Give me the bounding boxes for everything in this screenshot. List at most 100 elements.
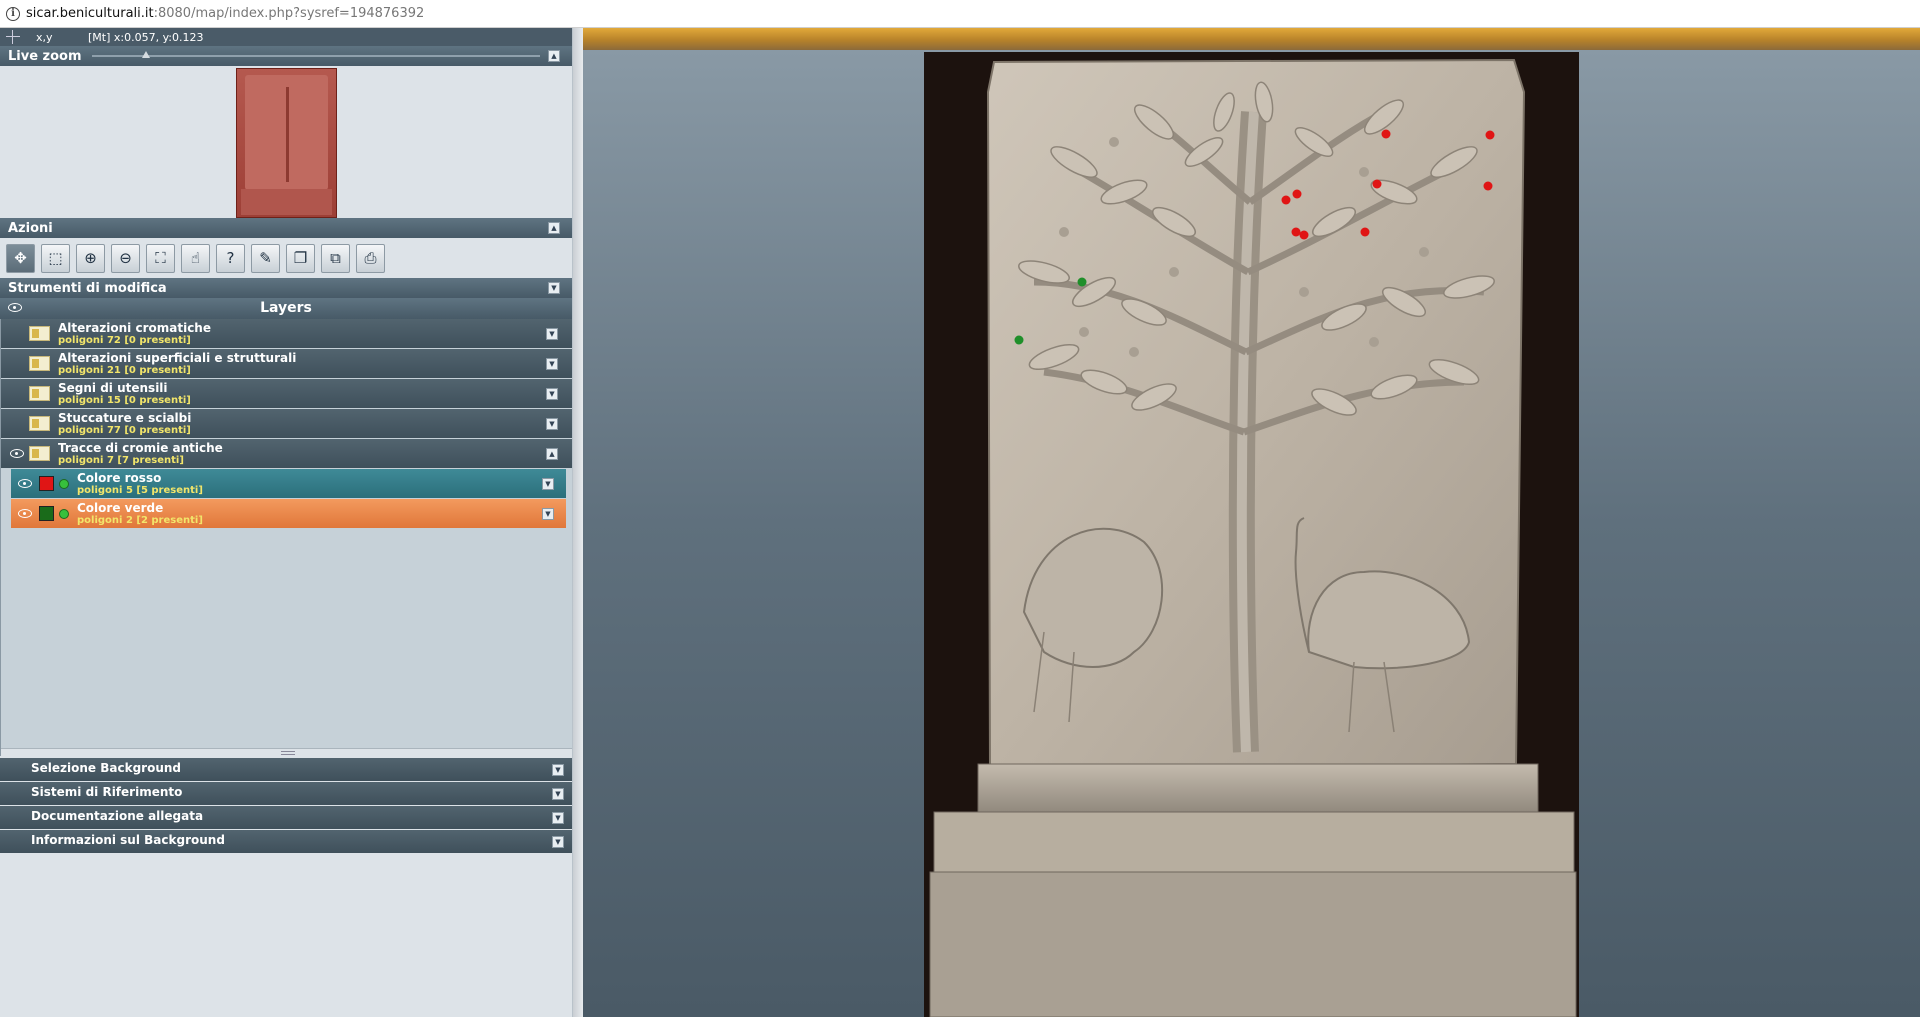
sublayer-name: Colore verde (77, 501, 164, 515)
draw-pencil-button[interactable]: ✎ (251, 243, 280, 273)
panel-edge (573, 28, 583, 1017)
coordinate-label: x,y (36, 30, 53, 44)
full-extent-button[interactable]: ⛶ (146, 243, 175, 273)
livezoom-panel (0, 66, 572, 218)
sublayer-row[interactable]: Colore rosso poligoni 5 [5 presenti] ▼ (11, 469, 566, 498)
layer-count: poligoni 15 [0 presenti] (58, 395, 191, 406)
accordion-label: Sistemi di Riferimento (31, 785, 183, 799)
layer-expand-button[interactable]: ▼ (546, 328, 558, 340)
layer-row[interactable]: Alterazioni superficiali e strutturali po… (1, 349, 572, 378)
collapse-actions-button[interactable]: ▲ (548, 222, 560, 234)
export-icon: ⧉ (330, 249, 341, 267)
zoom-slider-handle[interactable] (142, 51, 150, 58)
layer-list: Alterazioni cromatiche poligoni 72 [0 pre… (0, 319, 572, 756)
sublayer-count: poligoni 2 [2 presenti] (77, 515, 203, 526)
livezoom-title: Live zoom (8, 48, 82, 64)
overview-thumbnail[interactable] (236, 68, 337, 218)
edit-tools-title: Strumenti di modifica (8, 280, 167, 296)
layers-copy-icon: ❐ (293, 249, 308, 267)
pan-button[interactable]: ✥ (6, 243, 35, 273)
layers-title: Layers (260, 300, 312, 316)
actions-title: Azioni (8, 220, 53, 236)
color-swatch (39, 476, 54, 491)
relief-photo-drawing (924, 52, 1579, 1017)
layers-copy-button[interactable]: ❐ (286, 243, 315, 273)
accordion-label: Informazioni sul Background (31, 833, 225, 847)
pan-icon: ✥ (14, 249, 27, 267)
accordion-label: Documentazione allegata (31, 809, 204, 823)
layer-row[interactable]: Segni di utensili poligoni 15 [0 presenti… (1, 379, 572, 408)
accordion-item[interactable]: Sistemi di Riferimento ▼ (0, 782, 572, 805)
collapse-livezoom-button[interactable]: ▲ (548, 50, 560, 62)
status-dot-icon (59, 509, 69, 519)
print-button[interactable]: ⎙ (356, 243, 385, 273)
layer-count: poligoni 21 [0 presenti] (58, 365, 191, 376)
map-top-bar (583, 28, 1920, 50)
panel-splitter[interactable] (1, 748, 572, 756)
zoom-out-button[interactable]: ⊖ (111, 243, 140, 273)
zoom-out-icon: ⊖ (119, 249, 132, 267)
map-viewport[interactable] (583, 28, 1920, 1017)
livezoom-header: Live zoom ▲ (0, 46, 572, 66)
layer-name: Alterazioni superficiali e strutturali (58, 351, 297, 365)
eye-icon[interactable] (8, 303, 22, 312)
relief-image[interactable] (924, 52, 1579, 1017)
expand-button[interactable]: ▼ (552, 764, 564, 776)
eye-icon[interactable] (18, 509, 32, 518)
accordion-item[interactable]: Documentazione allegata ▼ (0, 806, 572, 829)
left-panel: x,y [Mt] x:0.057, y:0.123 Live zoom ▲ Az… (0, 28, 573, 1017)
full-extent-icon: ⛶ (155, 249, 166, 267)
layer-expand-button[interactable]: ▼ (546, 418, 558, 430)
box-select-icon: ⬚ (48, 249, 63, 267)
layer-name: Tracce di cromie antiche (58, 441, 223, 455)
layer-expand-button[interactable]: ▲ (546, 448, 558, 460)
sublayer-row[interactable]: Colore verde poligoni 2 [2 presenti] ▼ (11, 499, 566, 528)
accordion-item[interactable]: Selezione Background ▼ (0, 758, 572, 781)
draw-pencil-icon: ✎ (259, 249, 272, 267)
print-icon: ⎙ (364, 249, 377, 267)
accordion-label: Selezione Background (31, 761, 181, 775)
layer-icon (29, 356, 50, 371)
layer-row[interactable]: Alterazioni cromatiche poligoni 72 [0 pre… (1, 319, 572, 348)
expand-edit-tools-button[interactable]: ▼ (548, 282, 560, 294)
help-icon: ? (226, 249, 235, 267)
layer-name: Segni di utensili (58, 381, 168, 395)
coordinate-bar: x,y [Mt] x:0.057, y:0.123 (0, 28, 572, 46)
layer-icon (29, 446, 50, 461)
layer-icon (29, 386, 50, 401)
identify-button[interactable]: ☝ (181, 243, 210, 273)
accordion-panels: Selezione Background ▼ Sistemi di Riferime… (0, 758, 572, 853)
layer-expand-button[interactable]: ▼ (546, 388, 558, 400)
eye-icon[interactable] (10, 449, 24, 458)
expand-button[interactable]: ▼ (552, 788, 564, 800)
layer-expand-button[interactable]: ▼ (546, 358, 558, 370)
accordion-item[interactable]: Informazioni sul Background ▼ (0, 830, 572, 853)
box-select-button[interactable]: ⬚ (41, 243, 70, 273)
layer-name: Stuccature e scialbi (58, 411, 192, 425)
layer-count: poligoni 72 [0 presenti] (58, 335, 191, 346)
status-dot-icon (59, 479, 69, 489)
sublayer-expand-button[interactable]: ▼ (542, 508, 554, 520)
zoom-in-button[interactable]: ⊕ (76, 243, 105, 273)
zoom-slider-track[interactable] (92, 55, 540, 57)
eye-icon[interactable] (18, 479, 32, 488)
expand-button[interactable]: ▼ (552, 836, 564, 848)
zoom-in-icon: ⊕ (84, 249, 97, 267)
layer-icon (29, 416, 50, 431)
expand-button[interactable]: ▼ (552, 812, 564, 824)
edit-tools-header[interactable]: Strumenti di modifica ▼ (0, 278, 572, 298)
actions-toolbar: ✥ ⬚ ⊕ ⊖ ⛶ ☝? ✎ ❐ ⧉ ⎙ (0, 238, 572, 278)
identify-icon: ☝ (190, 249, 201, 267)
help-button[interactable]: ? (216, 243, 245, 273)
crosshair-icon (6, 30, 20, 44)
export-button[interactable]: ⧉ (321, 243, 350, 273)
coordinate-readout: [Mt] x:0.057, y:0.123 (88, 30, 204, 44)
site-info-icon[interactable]: i (6, 6, 20, 21)
layer-row[interactable]: Stuccature e scialbi poligoni 77 [0 prese… (1, 409, 572, 438)
layer-row[interactable]: Tracce di cromie antiche poligoni 7 [7 pr… (1, 439, 572, 468)
address-bar[interactable]: i sicar.beniculturali.it :8080/map/index… (0, 0, 1920, 28)
layer-name: Alterazioni cromatiche (58, 321, 211, 335)
sublayer-expand-button[interactable]: ▼ (542, 478, 554, 490)
url-path: :8080/map/index.php?sysref=194876392 (153, 6, 425, 21)
layer-count: poligoni 7 [7 presenti] (58, 455, 184, 466)
